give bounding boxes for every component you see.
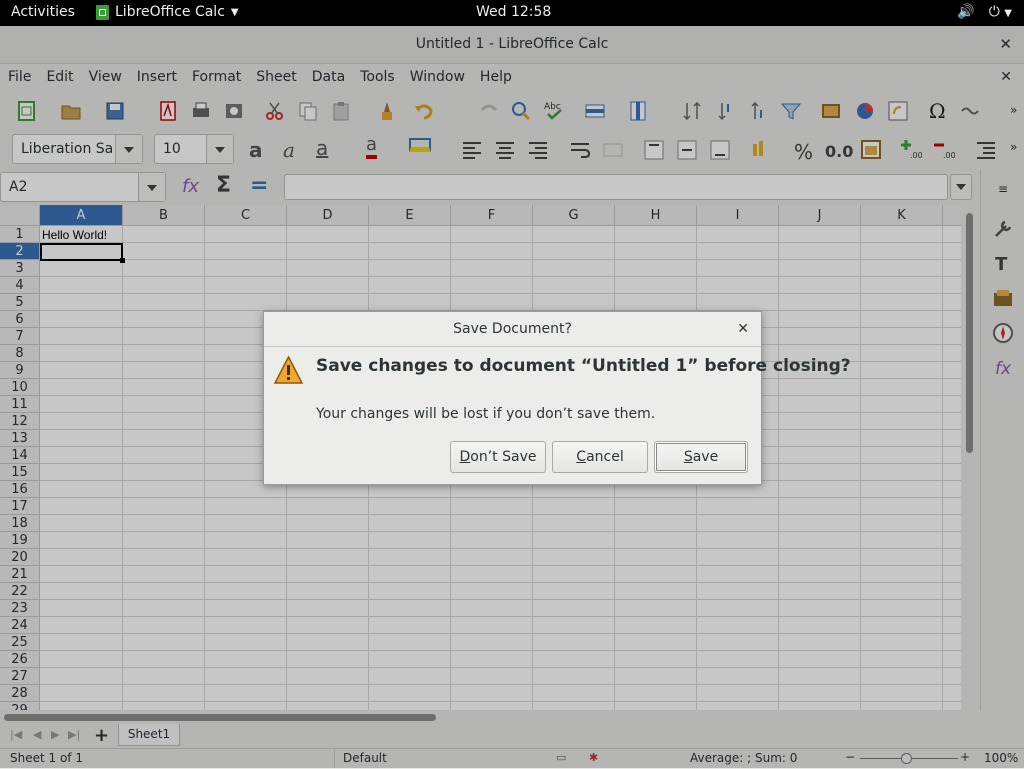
chevron-down-icon: ▼ <box>230 6 239 18</box>
save-label: ave <box>692 449 719 465</box>
dialog-title: Save Document? <box>264 312 761 347</box>
save-document-dialog: Save Document? ✕ Save changes to documen… <box>263 311 851 485</box>
system-top-bar: Activities LibreOffice Calc ▼ Wed 12:58 … <box>0 0 1024 26</box>
clock[interactable]: Wed 12:58 <box>476 4 551 20</box>
dialog-close-icon[interactable]: ✕ <box>737 321 749 337</box>
system-tray[interactable]: 🔊 ⏻ ▼ <box>957 4 1012 20</box>
app-name: LibreOffice Calc <box>115 4 225 20</box>
activities-button[interactable]: Activities <box>11 4 75 20</box>
power-icon: ⏻ ▼ <box>988 4 1012 20</box>
mnemonic: D <box>459 449 471 465</box>
mnemonic: C <box>576 449 587 465</box>
save-button[interactable]: Save <box>654 441 748 473</box>
app-menu[interactable]: LibreOffice Calc ▼ <box>96 4 239 20</box>
dialog-heading: Save changes to document “Untitled 1” be… <box>316 356 851 376</box>
volume-icon: 🔊 <box>957 4 975 20</box>
cancel-button[interactable]: Cancel <box>552 441 648 473</box>
dont-save-label: on’t Save <box>470 449 537 465</box>
calc-app-icon <box>96 4 109 20</box>
warning-icon <box>273 355 304 384</box>
mnemonic: S <box>683 449 693 465</box>
dont-save-button[interactable]: Don’t Save <box>450 441 546 473</box>
cancel-label: ancel <box>586 449 624 465</box>
dialog-message: Your changes will be lost if you don’t s… <box>316 406 656 422</box>
